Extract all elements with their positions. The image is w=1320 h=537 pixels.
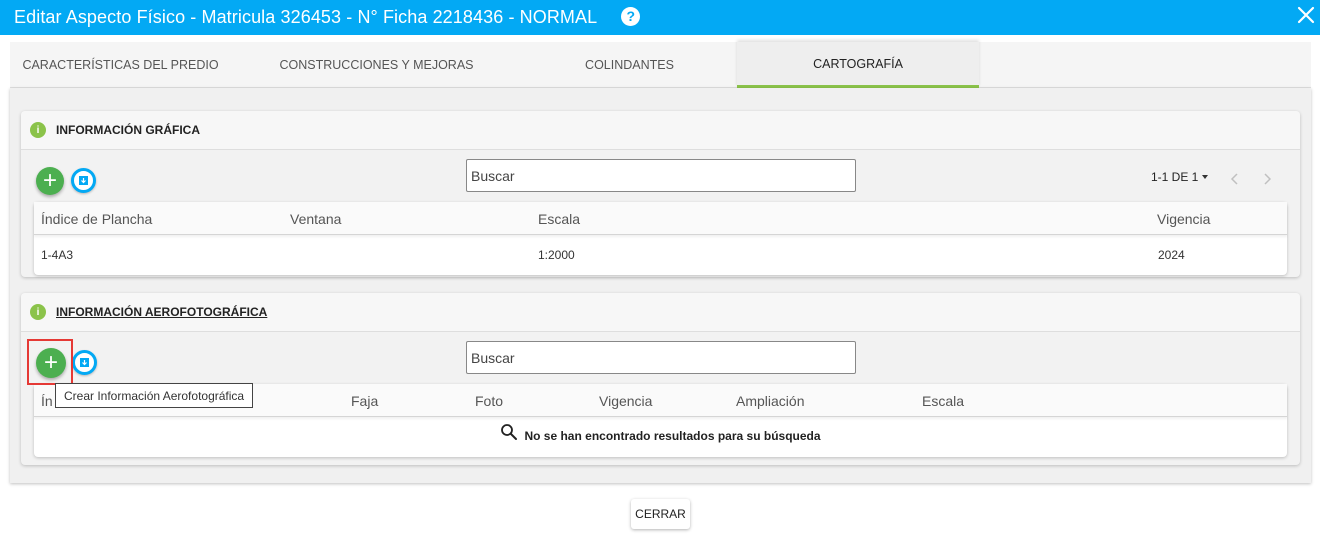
tab-cartografia[interactable]: CARTOGRAFÍA [737, 42, 979, 88]
column-header[interactable]: Faja [351, 384, 378, 417]
tab-colindantes[interactable]: COLINDANTES [522, 42, 737, 88]
tab-bar: CARACTERÍSTICAS DEL PREDIO CONSTRUCCIONE… [10, 42, 1311, 88]
column-header[interactable]: Vigencia [1157, 202, 1210, 235]
search-aerofotografica-input[interactable] [466, 341, 856, 374]
caret-down-icon [1202, 175, 1209, 179]
table-header: Índice de Plancha Ventana Escala Vigenci… [34, 202, 1287, 235]
tooltip: Crear Información Aerofotográfica [55, 383, 254, 408]
add-grafica-button[interactable]: + [36, 167, 64, 195]
informacion-aerofotografica-header: i INFORMACIÓN AEROFOTOGRÁFICA [21, 293, 1300, 332]
informacion-grafica-header: i INFORMACIÓN GRÁFICA [21, 111, 1300, 150]
tab-caracteristicas-del-predio[interactable]: CARACTERÍSTICAS DEL PREDIO [10, 42, 231, 88]
cerrar-button[interactable]: CERRAR [631, 499, 690, 529]
tab-content: i INFORMACIÓN GRÁFICA + 1-1 DE 1 Índice … [10, 88, 1311, 483]
column-header[interactable]: Escala [922, 384, 964, 417]
informacion-grafica-panel: i INFORMACIÓN GRÁFICA + 1-1 DE 1 Índice … [21, 111, 1300, 277]
close-icon[interactable] [1294, 3, 1318, 27]
column-header[interactable]: Ventana [290, 202, 341, 235]
info-icon: i [30, 122, 46, 138]
column-header[interactable]: Escala [538, 202, 580, 235]
informacion-grafica-title: INFORMACIÓN GRÁFICA [56, 123, 200, 137]
pagination-label: 1-1 DE 1 [1151, 170, 1199, 184]
table-cell: 1:2000 [538, 248, 575, 262]
column-header[interactable]: Ín [41, 384, 53, 417]
info-icon: i [30, 304, 46, 320]
chevron-left-icon[interactable] [1229, 172, 1241, 185]
dialog-title: Editar Aspecto Físico - Matricula 326453… [14, 7, 598, 27]
pagination-selector[interactable]: 1-1 DE 1 [1151, 170, 1209, 184]
column-header[interactable]: Ampliación [736, 384, 804, 417]
column-header[interactable]: Foto [475, 384, 503, 417]
search-grafica-input[interactable] [466, 159, 856, 192]
empty-results-message: No se han encontrado resultados para su … [34, 417, 1287, 455]
informacion-aerofotografica-title[interactable]: INFORMACIÓN AEROFOTOGRÁFICA [56, 305, 267, 319]
column-header[interactable]: Vigencia [599, 384, 652, 417]
table-row[interactable]: 1-4A3 1:2000 2024 [34, 235, 1287, 275]
chevron-right-icon[interactable] [1261, 172, 1273, 185]
table-cell: 2024 [1158, 248, 1185, 262]
informacion-aerofotografica-panel: i INFORMACIÓN AEROFOTOGRÁFICA + Ín Faja … [21, 293, 1300, 465]
dialog-titlebar: Editar Aspecto Físico - Matricula 326453… [0, 0, 1320, 35]
export-icon[interactable] [71, 168, 96, 193]
add-aerofotografica-button[interactable]: + [36, 348, 66, 378]
table-cell: 1-4A3 [41, 248, 74, 262]
export-icon[interactable] [72, 350, 97, 375]
informacion-grafica-table: Índice de Plancha Ventana Escala Vigenci… [34, 202, 1287, 275]
tab-construcciones-y-mejoras[interactable]: CONSTRUCCIONES Y MEJORAS [231, 42, 522, 88]
help-icon[interactable]: ? [621, 6, 641, 26]
search-icon [500, 423, 518, 444]
column-header[interactable]: Índice de Plancha [41, 202, 152, 235]
empty-results-text: No se han encontrado resultados para su … [524, 429, 821, 443]
